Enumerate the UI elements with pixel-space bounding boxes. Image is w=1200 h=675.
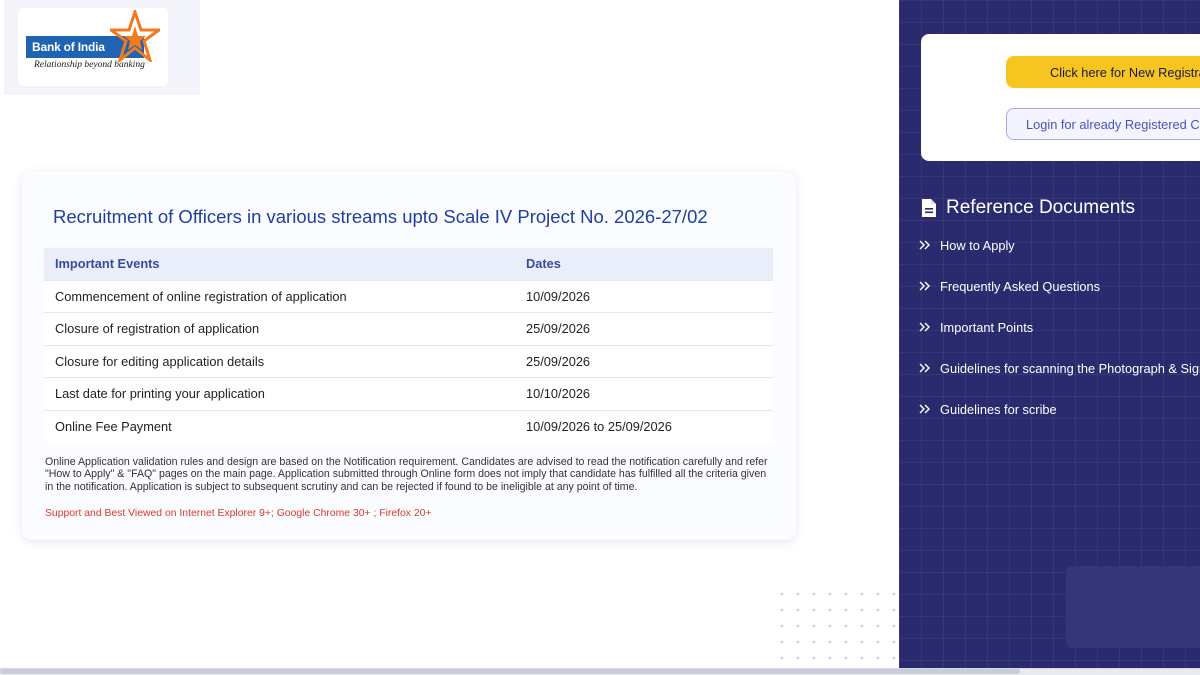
registration-card: Click here for New Registration Login fo… [921,34,1200,161]
event-cell: Closure for editing application details [44,344,515,378]
double-chevron-right-icon [919,322,930,332]
panel-decoration [1066,566,1200,648]
table-row: Closure of registration of application 2… [44,312,773,345]
reference-documents-heading: Reference Documents [921,197,1135,219]
event-cell: Closure of registration of application [44,312,515,345]
event-cell: Commencement of online registration of a… [44,279,515,313]
recruitment-card: Recruitment of Officers in various strea… [22,172,796,540]
horizontal-scrollbar-thumb[interactable] [0,669,1020,674]
column-header-events: Important Events [44,248,515,280]
reference-documents-title: Reference Documents [946,197,1136,218]
login-registered-button[interactable]: Login for already Registered Candidates [1006,108,1200,140]
brand-tagline: Relationship beyond banking [34,60,145,70]
reference-link-important-points[interactable]: Important Points [919,317,1200,337]
double-chevron-right-icon [919,240,930,250]
date-cell: 25/09/2026 [515,312,773,345]
table-row: Last date for printing your application … [44,377,773,410]
double-chevron-right-icon [919,404,930,414]
new-registration-button[interactable]: Click here for New Registration [1006,56,1200,88]
reference-link-scanning-guidelines[interactable]: Guidelines for scanning the Photograph &… [919,358,1200,378]
date-cell: 10/09/2026 [515,279,773,313]
table-row: Commencement of online registration of a… [44,279,773,313]
event-cell: Last date for printing your application [44,377,515,410]
reference-link-faq[interactable]: Frequently Asked Questions [919,276,1200,296]
date-cell: 10/10/2026 [515,377,773,410]
events-table: Important Events Dates Commencement of o… [44,248,773,443]
reference-link-label: Frequently Asked Questions [940,278,1101,294]
reference-link-scribe-guidelines[interactable]: Guidelines for scribe [919,399,1200,419]
table-header-row: Important Events Dates [44,248,773,280]
double-chevron-right-icon [919,363,930,373]
reference-link-label: Guidelines for scribe [940,401,1057,417]
double-chevron-right-icon [919,281,930,291]
table-row: Closure for editing application details … [44,344,773,378]
reference-link-label: Important Points [940,319,1034,335]
reference-link-label: How to Apply [940,237,1015,253]
date-cell: 25/09/2026 [515,344,773,378]
event-cell: Online Fee Payment [44,409,515,443]
sidebar-panel: Click here for New Registration Login fo… [899,0,1200,668]
reference-link-how-to-apply[interactable]: How to Apply [919,235,1200,255]
star-logo-icon [110,10,160,62]
reference-link-label: Guidelines for scanning the Photograph &… [940,360,1200,376]
table-row: Online Fee Payment 10/09/2026 to 25/09/2… [44,409,773,443]
logo-area: Bank of India Relationship beyond bankin… [4,0,200,95]
reference-documents-list: How to Apply Frequently Asked Questions … [919,235,1200,440]
column-header-dates: Dates [515,248,773,280]
brand-name: Bank of India [32,40,105,54]
page-title: Recruitment of Officers in various strea… [53,206,708,227]
document-icon [922,199,936,217]
date-cell: 10/09/2026 to 25/09/2026 [515,409,773,443]
validation-notice: Online Application validation rules and … [45,456,768,493]
browser-support-note: Support and Best Viewed on Internet Expl… [45,508,432,519]
